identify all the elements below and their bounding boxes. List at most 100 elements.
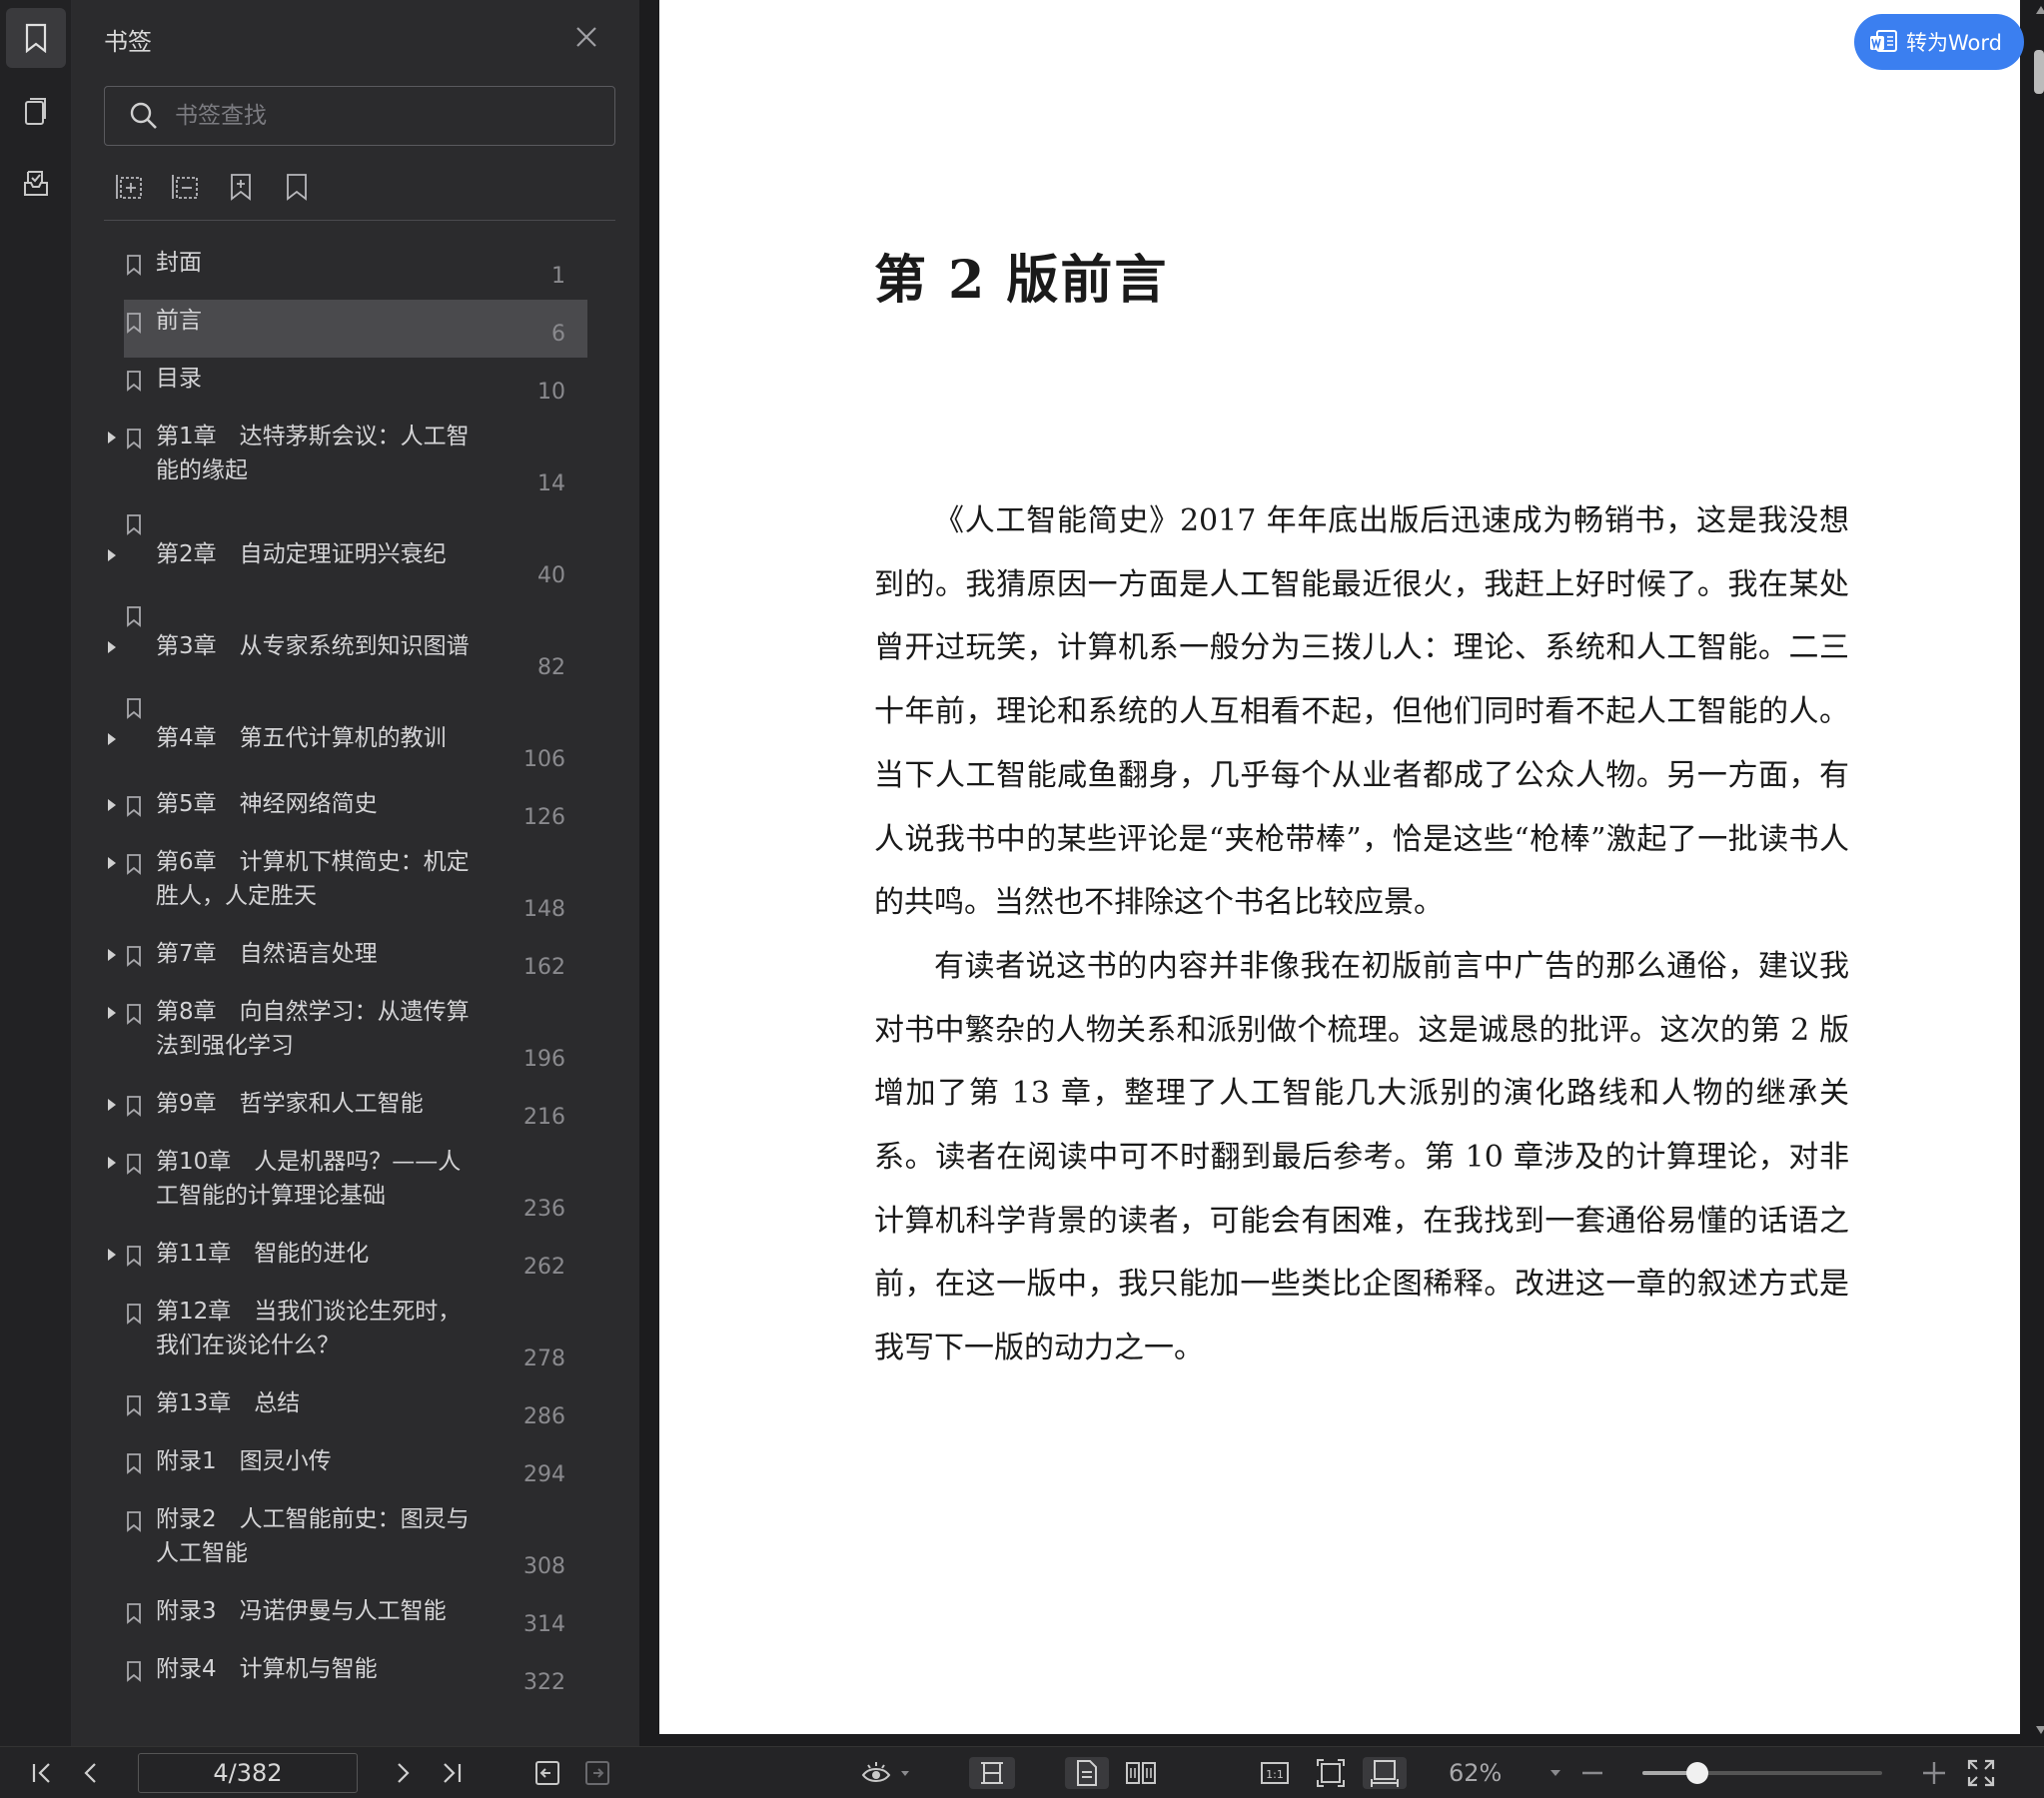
zoom-level[interactable]: 62%	[1449, 1759, 1502, 1787]
bookmark-toolbar	[114, 172, 312, 202]
bookmark-item[interactable]: 附录2 人工智能前史：图灵与 人工智能 308	[102, 1498, 593, 1590]
bookmark-icon	[126, 1303, 142, 1325]
bookmark-item[interactable]: 第4章 第五代计算机的教训 106	[102, 691, 593, 783]
zoom-dropdown-icon[interactable]	[1542, 1757, 1568, 1789]
bookmark-label: 前言	[156, 308, 202, 334]
bookmark-page-number: 148	[523, 897, 565, 922]
zoom-slider[interactable]	[1642, 1762, 1882, 1784]
bookmark-label: 第4章 第五代计算机的教训	[156, 725, 447, 751]
double-page-icon[interactable]	[1121, 1757, 1161, 1789]
bookmark-item[interactable]: 第13章 总结 286	[102, 1382, 593, 1440]
bookmark-label: 第13章 总结	[156, 1390, 301, 1416]
bookmark-icon	[126, 945, 142, 967]
continuous-scroll-icon[interactable]	[969, 1757, 1015, 1789]
bookmark-page-number: 14	[537, 471, 565, 496]
word-icon	[1870, 30, 1897, 52]
zoom-out-icon[interactable]	[1576, 1757, 1608, 1789]
page-number-input[interactable]: 4/382	[138, 1753, 358, 1793]
expand-arrow-icon[interactable]	[106, 547, 118, 563]
zoom-slider-knob[interactable]	[1686, 1762, 1709, 1784]
bookmark-item[interactable]: 第2章 自动定理证明兴衰纪 40	[102, 507, 593, 599]
next-page-icon[interactable]	[388, 1757, 418, 1789]
bookmark-icon	[126, 853, 142, 875]
expand-arrow-icon[interactable]	[106, 731, 118, 747]
bookmark-item[interactable]: 第8章 向自然学习：从遗传算 法到强化学习 196	[102, 991, 593, 1083]
expand-arrow-icon[interactable]	[106, 855, 118, 871]
bookmark-search-input[interactable]	[175, 103, 594, 129]
forward-icon[interactable]	[581, 1757, 613, 1789]
actual-size-icon[interactable]: 1:1	[1257, 1757, 1293, 1789]
first-page-icon[interactable]	[26, 1757, 58, 1789]
bookmark-icon	[126, 697, 142, 719]
fullscreen-icon[interactable]	[1964, 1757, 1998, 1789]
bookmark-item[interactable]: 第7章 自然语言处理 162	[102, 933, 593, 991]
bookmark-page-number: 216	[523, 1105, 565, 1130]
expand-arrow-icon[interactable]	[106, 1005, 118, 1021]
bookmark-panel: 书签 封面 1 前言 6 目录 10 第1章 达特茅斯会议：人工智 能的缘起 14 第2章 自动…	[72, 0, 707, 1746]
expand-arrow-icon[interactable]	[106, 1097, 118, 1113]
zoom-in-icon[interactable]	[1918, 1757, 1950, 1789]
scroll-up-arrow[interactable]	[2036, 6, 2044, 14]
bookmark-item[interactable]: 第1章 达特茅斯会议：人工智 能的缘起 14	[102, 416, 593, 507]
bookmark-icon[interactable]	[282, 172, 312, 202]
bookmark-page-number: 10	[537, 380, 565, 405]
bookmark-label: 第3章 从专家系统到知识图谱	[156, 633, 470, 659]
prev-page-icon[interactable]	[76, 1757, 106, 1789]
bookmark-label: 第10章 人是机器吗？——人 工智能的计算理论基础	[156, 1149, 462, 1209]
expand-arrow-icon[interactable]	[106, 430, 118, 446]
bookmark-item[interactable]: 第11章 智能的进化 262	[102, 1233, 593, 1291]
bookmark-icon	[126, 254, 142, 276]
bookmark-item[interactable]: 第12章 当我们谈论生死时， 我们在谈论什么？ 278	[102, 1291, 593, 1382]
bookmark-item[interactable]: 第6章 计算机下棋简史：机定 胜人，人定胜天 148	[102, 841, 593, 933]
bookmark-item[interactable]: 封面 1	[102, 242, 593, 300]
search-icon	[130, 102, 157, 129]
expand-arrow-icon[interactable]	[106, 639, 118, 655]
bookmark-label: 封面	[156, 250, 202, 276]
expand-arrow-icon[interactable]	[106, 1155, 118, 1171]
document-area: 第 2 版前言 《人工智能简史》2017 年年底出版后迅速成为畅销书，这是我没想…	[639, 0, 2044, 1746]
fit-width-icon[interactable]	[1363, 1757, 1407, 1789]
bookmark-page-number: 126	[523, 805, 565, 830]
bookmark-label: 第11章 智能的进化	[156, 1241, 370, 1267]
document-scrollbar[interactable]	[2034, 50, 2044, 94]
bookmark-item[interactable]: 第5章 神经网络简史 126	[102, 783, 593, 841]
close-icon[interactable]	[571, 22, 601, 52]
bookmark-item[interactable]: 附录1 图灵小传 294	[102, 1440, 593, 1498]
bookmark-item[interactable]: 第9章 哲学家和人工智能 216	[102, 1083, 593, 1141]
bookmark-item[interactable]: 附录3 冯诺伊曼与人工智能 314	[102, 1590, 593, 1648]
expand-arrow-icon[interactable]	[106, 1247, 118, 1263]
last-page-icon[interactable]	[436, 1757, 468, 1789]
page-heading: 第 2 版前言	[874, 250, 1169, 311]
bookmark-item[interactable]: 第3章 从专家系统到知识图谱 82	[102, 599, 593, 691]
bookmark-item[interactable]: 前言 6	[102, 300, 593, 358]
bookmark-page-number: 162	[523, 955, 565, 980]
bookmark-page-number: 278	[523, 1347, 565, 1371]
bookmark-icon	[126, 1245, 142, 1267]
add-bookmark-icon[interactable]	[226, 172, 256, 202]
eye-care-icon[interactable]	[859, 1757, 915, 1789]
expand-all-icon[interactable]	[114, 172, 144, 202]
bookmark-item[interactable]: 目录 10	[102, 358, 593, 416]
fit-page-icon[interactable]	[1313, 1757, 1349, 1789]
annotation-tab-icon[interactable]	[6, 154, 66, 214]
bookmark-item[interactable]: 附录4 计算机与智能 322	[102, 1648, 593, 1706]
bookmark-icon	[126, 1153, 142, 1175]
bookmark-page-number: 236	[523, 1197, 565, 1222]
expand-arrow-icon[interactable]	[106, 797, 118, 813]
bookmark-page-number: 262	[523, 1255, 565, 1280]
paragraph: 有读者说这书的内容并非像我在初版前言中广告的那么通俗，建议我对书中繁杂的人物关系…	[874, 948, 1849, 1366]
bookmark-tab-icon[interactable]	[6, 8, 66, 68]
expand-arrow-icon[interactable]	[106, 947, 118, 963]
scroll-down-arrow[interactable]	[2036, 1726, 2044, 1734]
bookmark-label: 第2章 自动定理证明兴衰纪	[156, 541, 447, 567]
bookmark-item[interactable]: 第10章 人是机器吗？——人 工智能的计算理论基础 236	[102, 1141, 593, 1233]
bookmark-label: 附录1 图灵小传	[156, 1448, 332, 1474]
single-page-icon[interactable]	[1065, 1757, 1109, 1789]
bookmark-label: 第1章 达特茅斯会议：人工智 能的缘起	[156, 424, 470, 483]
convert-to-word-button[interactable]: 转为Word	[1854, 14, 2024, 70]
collapse-all-icon[interactable]	[170, 172, 200, 202]
thumbnail-tab-icon[interactable]	[6, 82, 66, 142]
bookmark-label: 附录2 人工智能前史：图灵与 人工智能	[156, 1506, 470, 1566]
back-icon[interactable]	[531, 1757, 563, 1789]
bookmark-search-box	[104, 86, 615, 146]
